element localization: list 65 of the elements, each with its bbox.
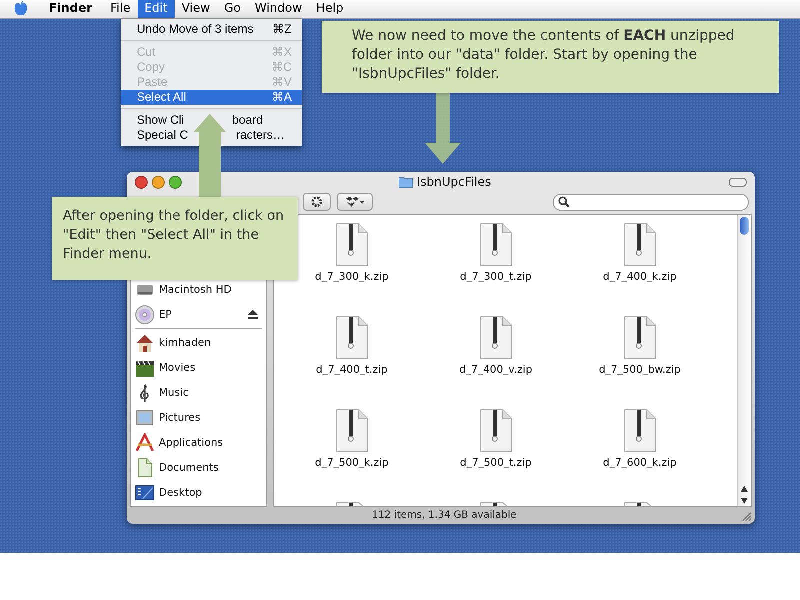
dropbox-button[interactable] <box>337 193 373 211</box>
zip-file-icon[interactable] <box>623 409 657 453</box>
zoom-icon[interactable] <box>169 176 182 188</box>
file-name[interactable]: d_7_600_k.zip <box>603 457 677 469</box>
menu-item[interactable]: Select All ⌘A <box>121 90 302 105</box>
menu-title[interactable]: View <box>174 0 218 18</box>
folder-icon <box>399 176 413 188</box>
scroll-down-icon[interactable] <box>741 498 748 504</box>
zip-file-icon[interactable] <box>479 316 513 360</box>
sidebar-item[interactable]: EP <box>159 308 172 320</box>
status-text: 112 items, 1.34 GB available <box>372 510 517 521</box>
minimize-icon[interactable] <box>152 176 165 188</box>
gear-icon <box>310 196 324 208</box>
file-name[interactable]: d_7_300_k.zip <box>315 271 389 283</box>
sidebar-item[interactable]: Macintosh HD <box>159 284 232 296</box>
menu-title[interactable]: Edit <box>138 0 175 18</box>
eject-icon[interactable] <box>248 310 258 319</box>
menu-title[interactable]: Finder <box>42 0 100 18</box>
menu-item[interactable]: Special C racters… <box>121 128 302 143</box>
file-name[interactable]: d_7_500_k.zip <box>315 457 389 469</box>
callout-note: After opening the folder, click on "Edit" then "Select All" in the Finder menu. <box>52 197 298 280</box>
zip-file-icon[interactable] <box>623 316 657 360</box>
zip-file-icon[interactable] <box>335 223 369 267</box>
menu-title[interactable]: Window <box>248 0 310 18</box>
zip-file-icon[interactable] <box>335 409 369 453</box>
sidebar-item[interactable]: Movies <box>159 362 196 374</box>
file-name[interactable]: d_7_400_k.zip <box>603 271 677 283</box>
menu-title[interactable]: File <box>104 0 138 18</box>
scroll-thumb[interactable] <box>740 217 749 235</box>
sidebar-item[interactable]: Desktop <box>159 486 202 498</box>
desktop-icon <box>135 482 155 502</box>
menu-title[interactable]: Go <box>217 0 248 18</box>
sidebar-item[interactable]: Applications <box>159 436 224 448</box>
menu-item[interactable]: Undo Move of 3 items ⌘Z <box>121 22 302 37</box>
file-name[interactable]: d_7_400_t.zip <box>316 364 388 376</box>
close-icon[interactable] <box>135 176 148 188</box>
picture-frame-icon <box>135 408 155 428</box>
search-icon <box>558 196 570 208</box>
resize-grip-icon[interactable] <box>742 512 752 522</box>
zip-file-icon[interactable] <box>335 316 369 360</box>
disc-icon <box>135 304 155 324</box>
file-name[interactable]: d_7_500_t.zip <box>460 457 532 469</box>
file-name[interactable]: d_7_300_t.zip <box>460 271 532 283</box>
zip-file-icon[interactable] <box>479 409 513 453</box>
action-button[interactable] <box>303 193 331 211</box>
sidebar-item[interactable]: Music <box>159 386 189 398</box>
menu-title[interactable]: Help <box>309 0 351 18</box>
scroll-up-icon[interactable] <box>741 486 748 492</box>
zip-file-icon[interactable] <box>479 223 513 267</box>
zip-file-icon[interactable] <box>623 223 657 267</box>
toolbar-toggle-button[interactable] <box>729 178 747 186</box>
drafting-tools-icon <box>135 432 155 452</box>
apple-logo-icon[interactable] <box>14 1 28 17</box>
house-icon <box>135 332 155 352</box>
search-field[interactable] <box>553 194 749 210</box>
menu-item[interactable]: Show Cli board <box>121 113 302 128</box>
callout-note: We now need to move the contents of EACH unzipped folder into our "data" folder. Start by opening the "IsbnUpcFiles" folder. <box>322 21 779 93</box>
box-caret-icon <box>344 196 366 208</box>
file-name[interactable]: d_7_400_v.zip <box>460 364 532 376</box>
sidebar-item[interactable]: Pictures <box>159 412 201 424</box>
file-name[interactable]: d_7_500_bw.zip <box>599 364 681 376</box>
sidebar-item[interactable]: kimhaden <box>159 336 212 348</box>
sidebar-item[interactable]: Documents <box>159 462 219 474</box>
scrollbar[interactable] <box>737 215 751 506</box>
window-title: IsbnUpcFiles <box>417 175 492 189</box>
